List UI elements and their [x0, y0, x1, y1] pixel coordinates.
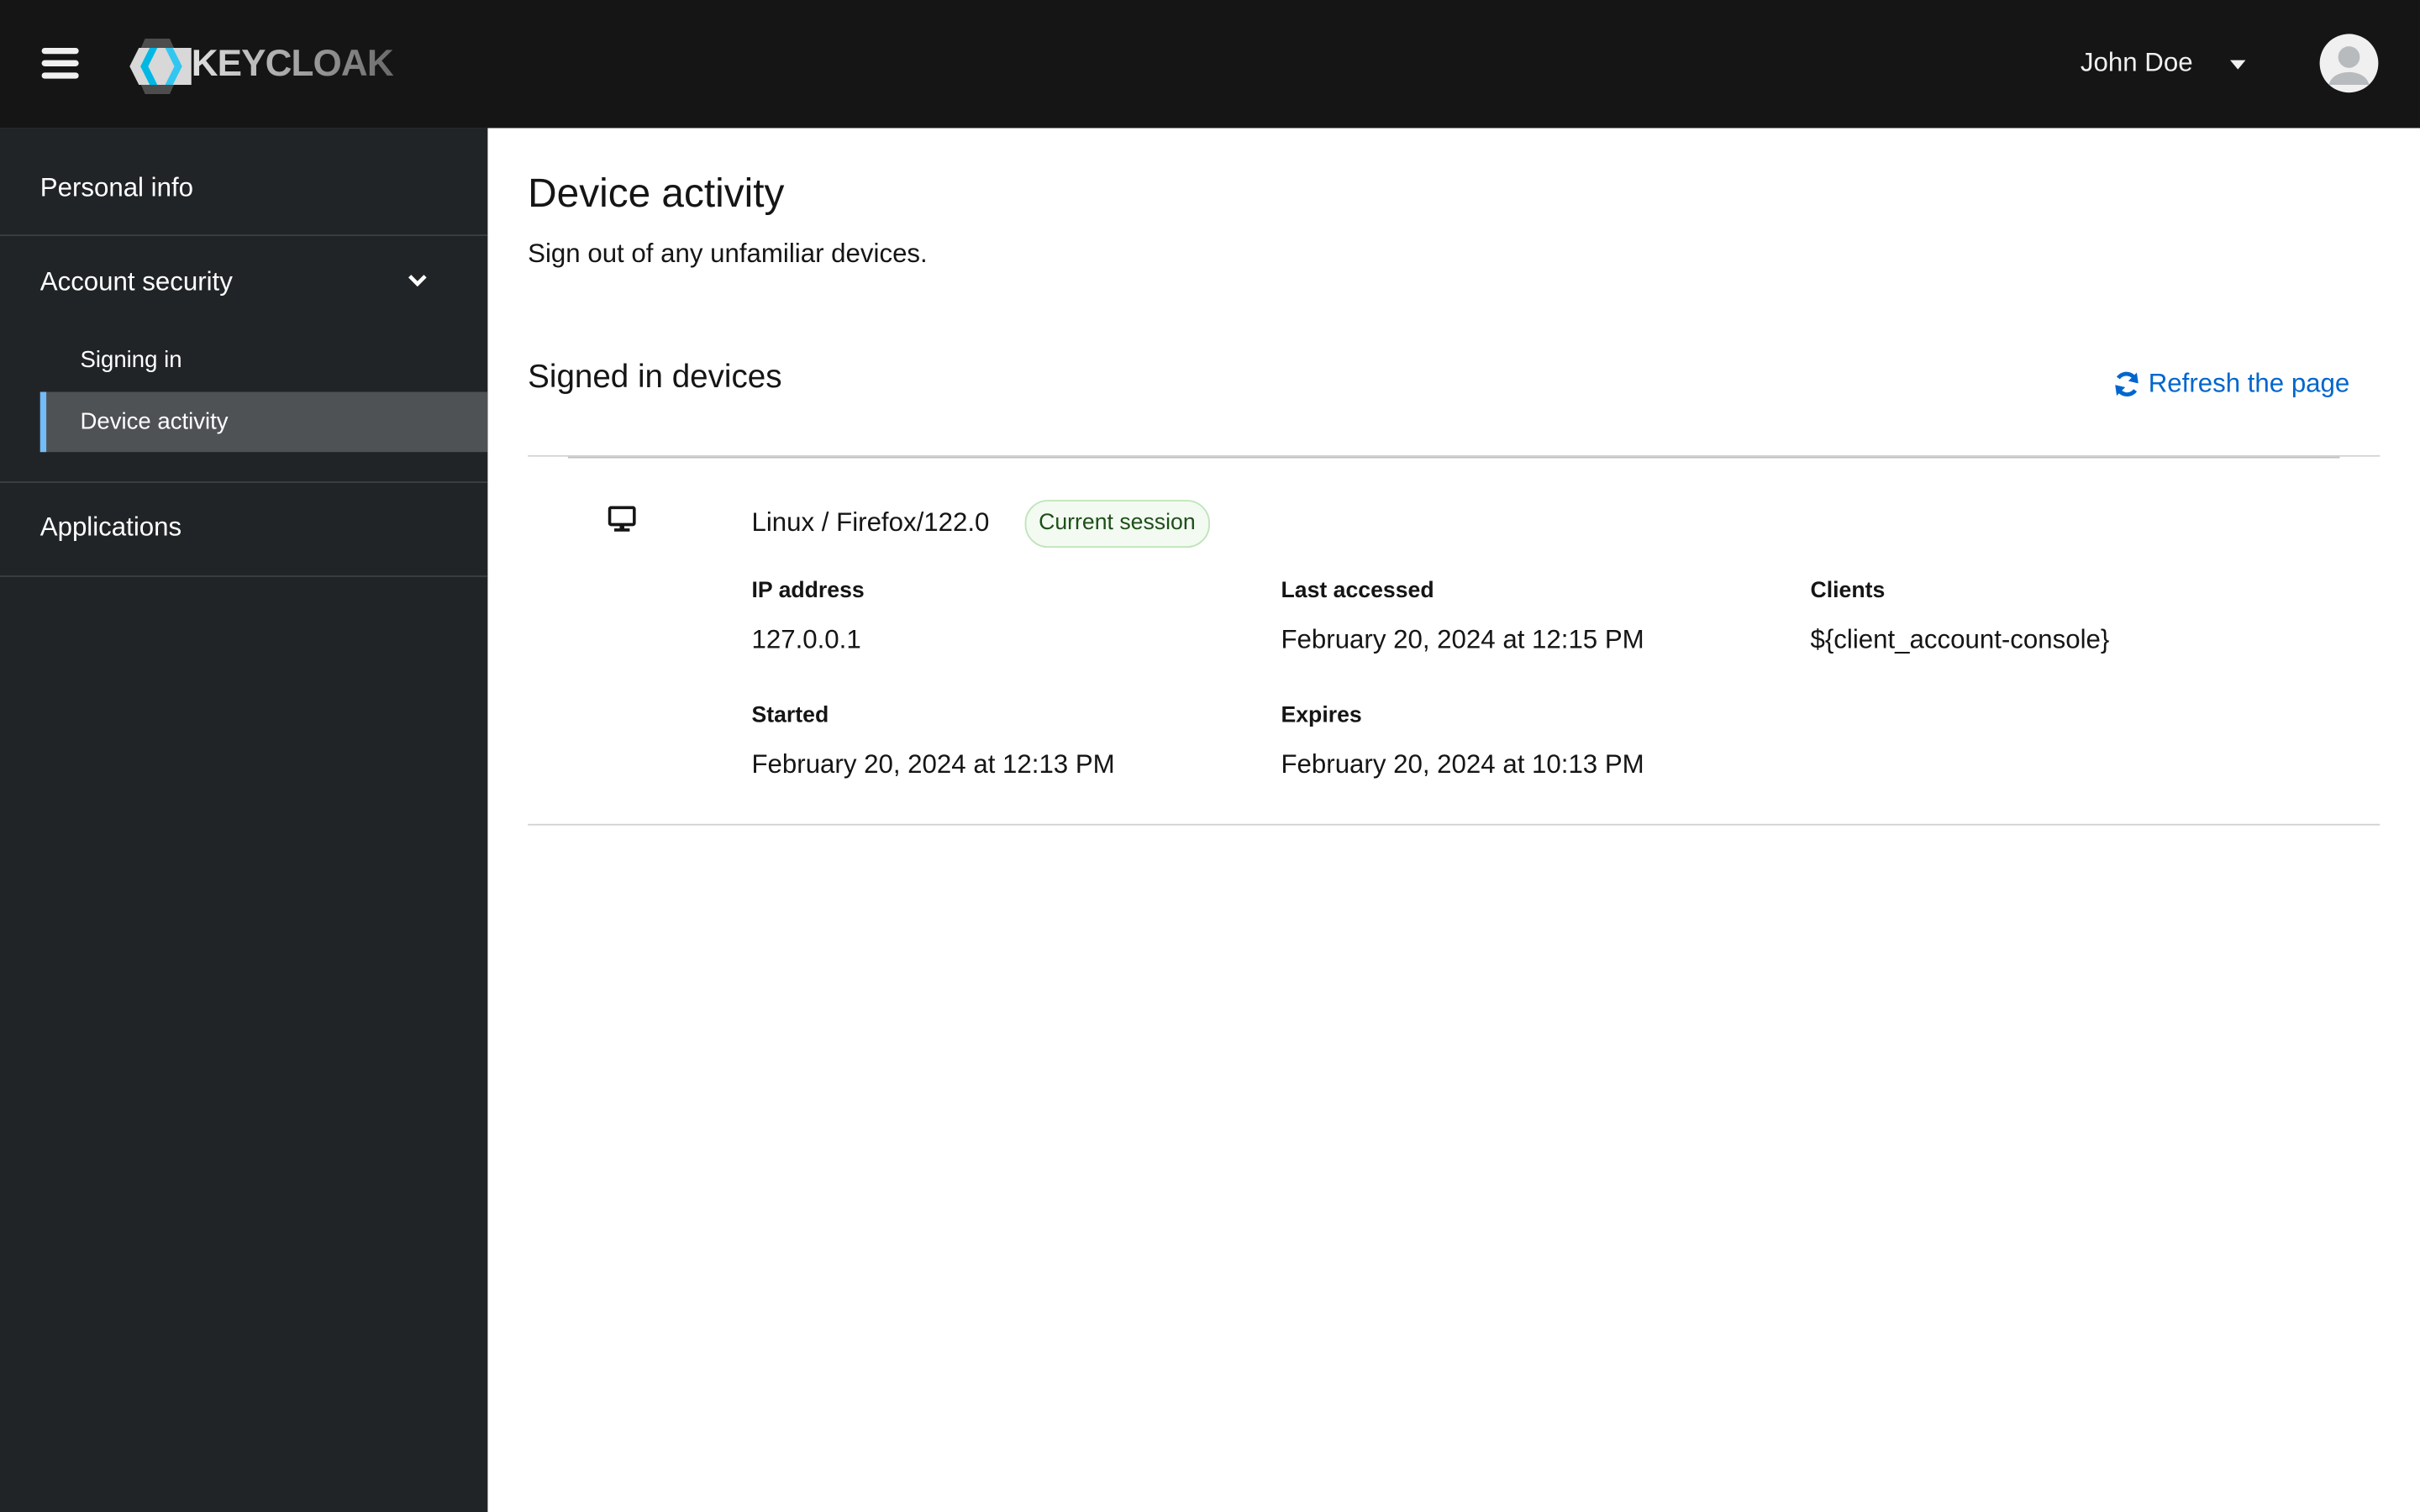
user-dropdown[interactable]: John Doe [2081, 48, 2193, 79]
avatar[interactable] [2319, 34, 2379, 93]
last-accessed-value: February 20, 2024 at 12:15 PM [1281, 624, 1644, 654]
device-name: Linux / Firefox/122.0 [751, 507, 990, 538]
ip-address-value: 127.0.0.1 [751, 624, 861, 654]
sidebar-item-personal-info[interactable]: Personal info [40, 173, 193, 204]
desktop-icon [608, 506, 636, 532]
started-value: February 20, 2024 at 12:13 PM [751, 749, 1115, 780]
clients-value: ${client_account-console} [1810, 624, 2110, 654]
chevron-down-icon[interactable] [408, 273, 428, 288]
caret-down-icon[interactable] [2230, 60, 2246, 70]
expires-label: Expires [1281, 703, 1362, 728]
brand-name: KEYCLOAK [191, 43, 394, 86]
sidebar-item-device-activity[interactable]: Device activity [81, 409, 229, 435]
page-title: Device activity [528, 170, 785, 217]
sidebar: Personal info Account security Signing i… [0, 128, 488, 1512]
ip-address-label: IP address [751, 578, 865, 604]
masthead: KEYCLOAK John Doe [0, 0, 2420, 129]
sync-icon [2115, 371, 2139, 396]
sidebar-item-signing-in[interactable]: Signing in [81, 347, 182, 373]
divider [567, 456, 2340, 459]
section-title: Signed in devices [528, 359, 782, 396]
expires-value: February 20, 2024 at 10:13 PM [1281, 749, 1644, 780]
refresh-label: Refresh the page [2148, 368, 2350, 398]
clients-label: Clients [1810, 578, 1886, 604]
sidebar-item-account-security[interactable]: Account security [40, 267, 233, 298]
hamburger-menu-icon[interactable] [41, 47, 79, 81]
page-description: Sign out of any unfamiliar devices. [528, 239, 928, 269]
divider [528, 823, 2381, 826]
last-accessed-label: Last accessed [1281, 578, 1434, 604]
divider [0, 234, 488, 237]
current-session-badge: Current session [1024, 500, 1210, 549]
divider [0, 575, 488, 577]
refresh-page-button[interactable]: Refresh the page [2112, 369, 2349, 400]
sidebar-item-applications[interactable]: Applications [40, 512, 182, 543]
keycloak-logo-icon[interactable] [129, 38, 194, 95]
divider [0, 481, 488, 483]
started-label: Started [751, 703, 829, 728]
